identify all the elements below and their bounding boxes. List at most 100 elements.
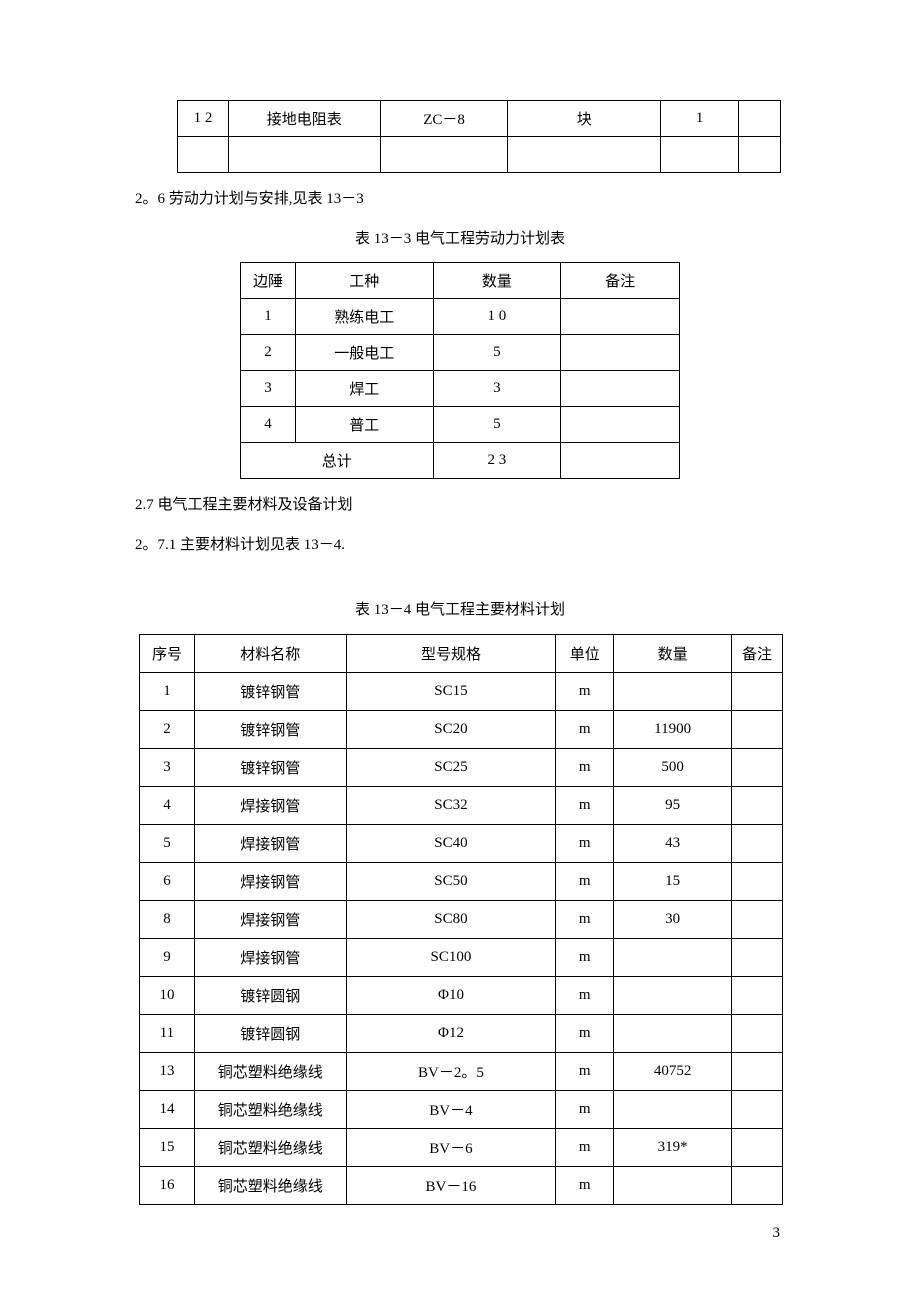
paragraph-2-7: 2.7 电气工程主要材料及设备计划	[135, 493, 785, 519]
cell: 500	[614, 748, 732, 786]
cell	[561, 407, 680, 443]
table-row: 1镀锌钢管SC15m	[140, 672, 783, 710]
table-row: 15铜芯塑料绝缘线BV－6m319*	[140, 1128, 783, 1166]
table-row: 4焊接钢管SC32m95	[140, 786, 783, 824]
table-row: 11镀锌圆钢Φ12m	[140, 1014, 783, 1052]
cell: 接地电阻表	[228, 101, 380, 137]
cell: m	[556, 1128, 614, 1166]
cell: 块	[508, 101, 661, 137]
cell: 镀锌圆钢	[194, 1014, 346, 1052]
cell: BV－4	[346, 1090, 556, 1128]
cell	[614, 1014, 732, 1052]
cell: 1	[140, 672, 195, 710]
cell: 焊接钢管	[194, 862, 346, 900]
cell: 1	[661, 101, 739, 137]
cell: 焊工	[295, 371, 433, 407]
header-spec: 型号规格	[346, 634, 556, 672]
cell: 铜芯塑料绝缘线	[194, 1052, 346, 1090]
cell	[732, 1128, 783, 1166]
cell: SC100	[346, 938, 556, 976]
cell: m	[556, 824, 614, 862]
cell: m	[556, 1052, 614, 1090]
cell: m	[556, 748, 614, 786]
cell: 30	[614, 900, 732, 938]
cell: 3	[433, 371, 561, 407]
cell: 40752	[614, 1052, 732, 1090]
table-row: 10镀锌圆钢Φ10m	[140, 976, 783, 1014]
cell: 43	[614, 824, 732, 862]
paragraph-2-7-1: 2。7.1 主要材料计划见表 13－4.	[135, 533, 785, 559]
table-13-4-title: 表 13－4 电气工程主要材料计划	[135, 598, 785, 624]
cell: 5	[140, 824, 195, 862]
cell: m	[556, 976, 614, 1014]
cell: 2	[140, 710, 195, 748]
cell: SC80	[346, 900, 556, 938]
cell	[561, 335, 680, 371]
table-13-3-title: 表 13－3 电气工程劳动力计划表	[135, 227, 785, 253]
cell: m	[556, 900, 614, 938]
cell	[732, 1166, 783, 1204]
cell: 普工	[295, 407, 433, 443]
cell: m	[556, 672, 614, 710]
cell: 熟练电工	[295, 299, 433, 335]
cell	[380, 137, 508, 173]
table-row: 3镀锌钢管SC25m500	[140, 748, 783, 786]
cell	[661, 137, 739, 173]
cell	[732, 976, 783, 1014]
cell	[732, 1052, 783, 1090]
cell	[732, 748, 783, 786]
cell	[739, 137, 781, 173]
cell: 镀锌钢管	[194, 672, 346, 710]
cell: 11900	[614, 710, 732, 748]
cell: BV－6	[346, 1128, 556, 1166]
cell: m	[556, 710, 614, 748]
cell: SC50	[346, 862, 556, 900]
cell	[732, 786, 783, 824]
cell: 95	[614, 786, 732, 824]
table-footer-row: 总计 2 3	[241, 443, 680, 479]
cell	[614, 672, 732, 710]
cell: 镀锌钢管	[194, 748, 346, 786]
document-page: 1 2接地电阻表ZC－8块1 2。6 劳动力计划与安排,见表 13－3 表 13…	[0, 0, 920, 1265]
cell	[732, 710, 783, 748]
header-qty: 数量	[614, 634, 732, 672]
cell: Φ12	[346, 1014, 556, 1052]
cell: 11	[140, 1014, 195, 1052]
page-number: 3	[773, 1225, 781, 1242]
cell	[732, 824, 783, 862]
cell: m	[556, 786, 614, 824]
cell: 3	[140, 748, 195, 786]
cell: m	[556, 862, 614, 900]
cell	[561, 371, 680, 407]
cell: 镀锌圆钢	[194, 976, 346, 1014]
cell: 镀锌钢管	[194, 710, 346, 748]
footer-note	[561, 443, 680, 479]
cell	[732, 672, 783, 710]
table-row: 1熟练电工1 0	[241, 299, 680, 335]
header-jobtype: 工种	[295, 263, 433, 299]
table-header-row: 边陲 工种 数量 备注	[241, 263, 680, 299]
header-name: 材料名称	[194, 634, 346, 672]
table-row: 3焊工3	[241, 371, 680, 407]
table-row: 2一般电工5	[241, 335, 680, 371]
header-unit: 单位	[556, 634, 614, 672]
cell	[732, 862, 783, 900]
table-row: 16铜芯塑料绝缘线BV－16m	[140, 1166, 783, 1204]
cell	[739, 101, 781, 137]
cell	[614, 938, 732, 976]
cell: ZC－8	[380, 101, 508, 137]
footer-total-value: 2 3	[433, 443, 561, 479]
cell: 2	[241, 335, 296, 371]
cell	[732, 900, 783, 938]
table-header-row: 序号 材料名称 型号规格 单位 数量 备注	[140, 634, 783, 672]
cell	[508, 137, 661, 173]
paragraph-2-6: 2。6 劳动力计划与安排,见表 13－3	[135, 187, 785, 213]
cell	[228, 137, 380, 173]
cell: 319*	[614, 1128, 732, 1166]
cell: 焊接钢管	[194, 938, 346, 976]
cell: SC40	[346, 824, 556, 862]
cell: 铜芯塑料绝缘线	[194, 1128, 346, 1166]
cell: 10	[140, 976, 195, 1014]
cell: 13	[140, 1052, 195, 1090]
cell: 4	[140, 786, 195, 824]
